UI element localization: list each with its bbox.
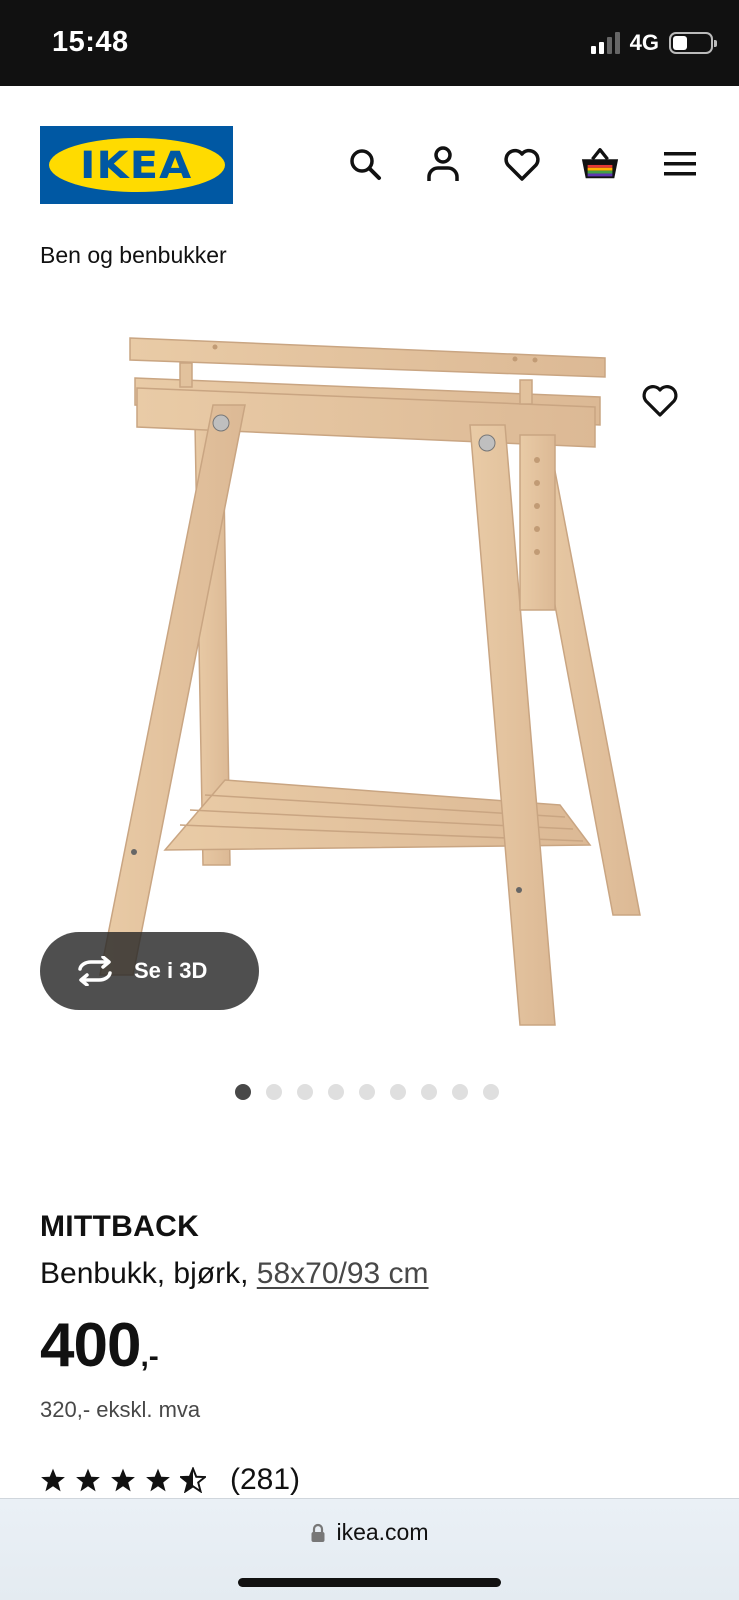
network-label: 4G xyxy=(629,30,659,55)
search-icon[interactable] xyxy=(345,144,385,184)
pagination-dot[interactable] xyxy=(421,1084,437,1100)
account-icon[interactable] xyxy=(423,144,463,184)
add-to-favourites-button[interactable] xyxy=(638,381,682,421)
menu-icon[interactable] xyxy=(660,144,700,184)
review-count: (281) xyxy=(230,1463,301,1496)
url-text: ikea.com xyxy=(336,1519,429,1545)
product-name: MITTBACK xyxy=(40,1210,200,1243)
status-time: 15:48 xyxy=(52,26,129,58)
product-type: Benbukk, bjørk, xyxy=(40,1257,249,1290)
see-in-3d-label: Se i 3D xyxy=(134,958,208,983)
see-in-3d-button[interactable]: Se i 3D xyxy=(40,932,259,1010)
pagination-dot[interactable] xyxy=(266,1084,282,1100)
pagination-dot[interactable] xyxy=(235,1084,251,1100)
lock-icon xyxy=(311,1523,325,1542)
header-icons xyxy=(0,144,739,184)
url-display[interactable]: ikea.com xyxy=(0,1519,739,1546)
star-icon xyxy=(146,1468,170,1492)
product-size-link[interactable]: 58x70/93 cm xyxy=(257,1257,429,1290)
site-header: IKEA xyxy=(0,86,739,236)
price-excl-vat: 320,- ekskl. mva xyxy=(40,1397,201,1422)
rotate-3d-icon xyxy=(78,956,112,986)
price-integer: 400 xyxy=(40,1311,141,1380)
rating-stars xyxy=(40,1467,206,1493)
image-pagination xyxy=(235,1084,499,1100)
breadcrumb[interactable]: Ben og benbukker xyxy=(40,242,227,269)
product-rating[interactable]: (281) xyxy=(40,1463,300,1497)
pagination-dot[interactable] xyxy=(483,1084,499,1100)
favourites-icon[interactable] xyxy=(502,144,542,184)
pagination-dot[interactable] xyxy=(452,1084,468,1100)
basket-icon[interactable] xyxy=(580,144,620,184)
product-description: Benbukk, bjørk, 58x70/93 cm xyxy=(40,1257,429,1291)
star-icon xyxy=(41,1468,65,1492)
home-indicator[interactable] xyxy=(238,1578,501,1587)
pagination-dot[interactable] xyxy=(390,1084,406,1100)
pagination-dot[interactable] xyxy=(359,1084,375,1100)
price-suffix: ,- xyxy=(140,1340,159,1373)
status-indicators: 4G xyxy=(590,30,717,56)
battery-icon xyxy=(669,32,717,54)
star-icon xyxy=(76,1468,100,1492)
status-bar: 15:48 4G xyxy=(0,0,739,86)
pagination-dot[interactable] xyxy=(328,1084,344,1100)
pagination-dot[interactable] xyxy=(297,1084,313,1100)
half-star-icon xyxy=(180,1467,206,1493)
product-price: 400 ,- xyxy=(40,1310,159,1381)
signal-icon xyxy=(590,32,620,54)
star-icon xyxy=(111,1468,135,1492)
